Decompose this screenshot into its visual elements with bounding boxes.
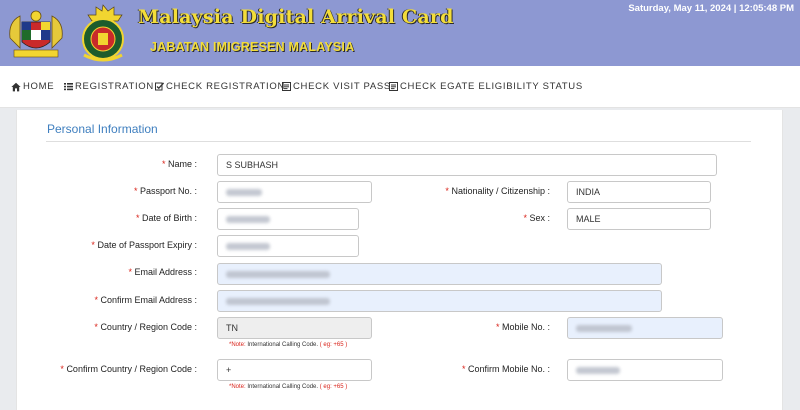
navbar: HOME REGISTRATION CHECK REGISTRATION CHE… xyxy=(0,66,800,108)
country-code-field[interactable]: TN xyxy=(217,317,372,339)
dob-field[interactable] xyxy=(217,208,359,230)
email-label: * Email Address : xyxy=(128,267,197,277)
nav-registration-label: REGISTRATION xyxy=(75,81,154,92)
section-divider xyxy=(46,141,751,142)
dob-label: * Date of Birth : xyxy=(135,213,197,223)
datetime-display: Saturday, May 11, 2024 | 12:05:48 PM xyxy=(628,3,794,14)
country-code-label: * Country / Region Code : xyxy=(94,322,197,332)
confirm-email-label: * Confirm Email Address : xyxy=(94,295,197,305)
nav-check-registration-label: CHECK REGISTRATION xyxy=(166,81,286,92)
confirm-country-code-field[interactable]: + xyxy=(217,359,372,381)
sex-label: * Sex : xyxy=(523,213,550,223)
nationality-label: * Nationality / Citizenship : xyxy=(445,186,550,196)
sex-field[interactable]: MALE xyxy=(567,208,711,230)
passport-expiry-label: * Date of Passport Expiry : xyxy=(91,240,197,250)
confirm-calling-code-note: *Note: International Calling Code. ( eg:… xyxy=(229,384,348,390)
nav-home[interactable]: HOME xyxy=(11,81,54,92)
nav-check-registration[interactable]: CHECK REGISTRATION xyxy=(155,81,285,92)
calling-code-note: *Note: International Calling Code. ( eg:… xyxy=(229,342,348,348)
list-icon xyxy=(64,83,73,91)
blurred-value xyxy=(226,215,270,223)
confirm-email-field[interactable] xyxy=(217,290,662,312)
passport-expiry-field[interactable] xyxy=(217,235,359,257)
app-title: Malaysia Digital Arrival Card xyxy=(138,6,454,28)
nav-home-label: HOME xyxy=(23,81,55,92)
immigration-emblem-logo xyxy=(82,4,124,62)
check-icon xyxy=(155,82,164,91)
name-field[interactable]: S SUBHASH xyxy=(217,154,717,176)
confirm-mobile-field[interactable] xyxy=(567,359,723,381)
nav-registration[interactable]: REGISTRATION xyxy=(64,81,154,92)
mobile-field[interactable] xyxy=(567,317,723,339)
blurred-value xyxy=(226,242,270,250)
coat-of-arms-logo xyxy=(9,10,63,58)
blurred-value xyxy=(226,188,262,196)
confirm-country-code-label: * Confirm Country / Region Code : xyxy=(60,364,197,374)
nationality-field[interactable]: INDIA xyxy=(567,181,711,203)
passport-field[interactable] xyxy=(217,181,372,203)
nav-check-visit-pass[interactable]: CHECK VISIT PASS xyxy=(282,81,391,92)
name-label: * Name : xyxy=(161,159,197,169)
confirm-mobile-label: * Confirm Mobile No. : xyxy=(461,364,550,374)
nav-check-egate-status-label: CHECK EGATE ELIGIBILITY STATUS xyxy=(400,81,583,92)
document-icon xyxy=(389,82,398,91)
email-field[interactable] xyxy=(217,263,662,285)
section-title: Personal Information xyxy=(47,122,158,136)
app-subtitle: JABATAN IMIGRESEN MALAYSIA xyxy=(150,40,355,54)
header-banner: Malaysia Digital Arrival Card JABATAN IM… xyxy=(0,0,800,66)
blurred-value xyxy=(576,366,620,374)
blurred-value xyxy=(226,270,330,278)
mobile-label: * Mobile No. : xyxy=(495,322,550,332)
blurred-value xyxy=(576,324,632,332)
nav-check-egate-status[interactable]: CHECK EGATE ELIGIBILITY STATUS xyxy=(389,81,583,92)
home-icon xyxy=(11,82,21,91)
document-icon xyxy=(282,82,291,91)
nav-check-visit-pass-label: CHECK VISIT PASS xyxy=(293,81,391,92)
blurred-value xyxy=(226,297,330,305)
passport-label: * Passport No. : xyxy=(133,186,197,196)
